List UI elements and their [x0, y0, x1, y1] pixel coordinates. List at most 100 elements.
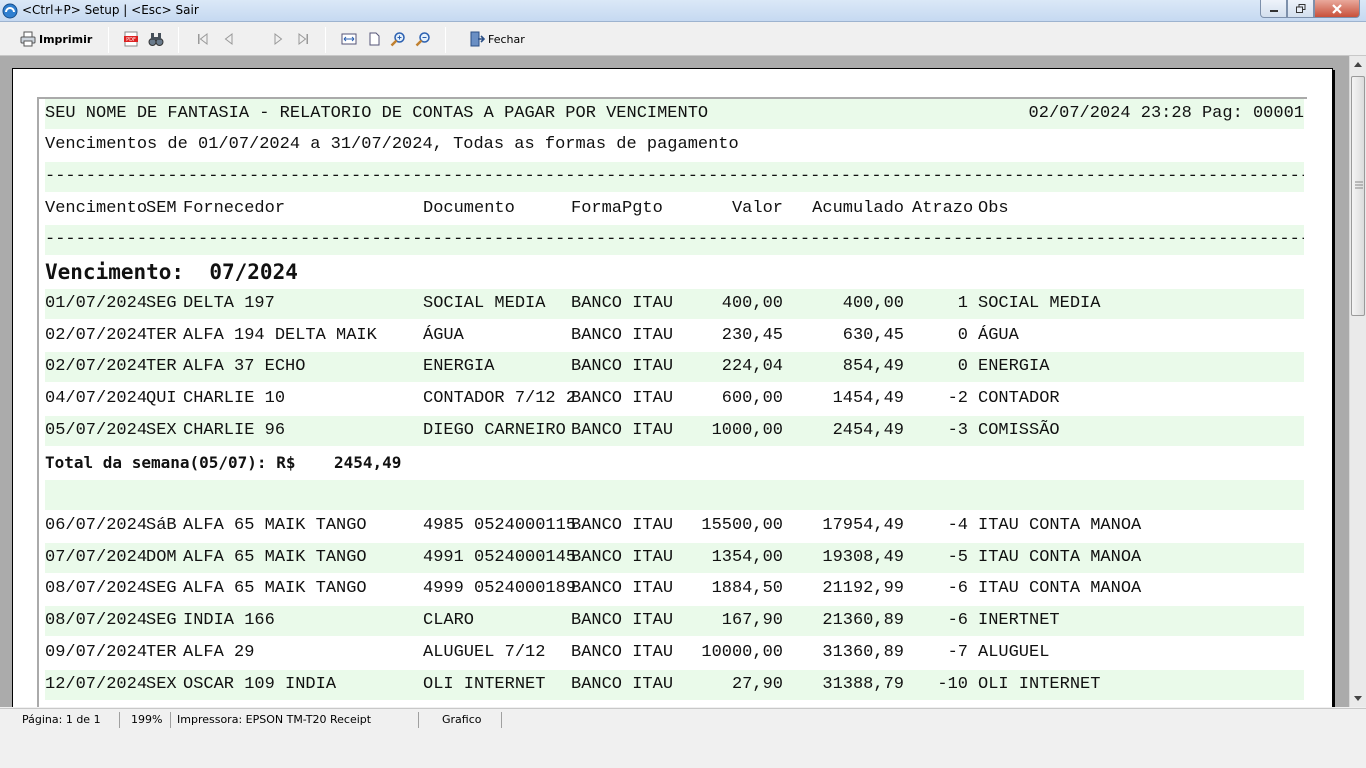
cell-notes: COMISSÃO	[978, 420, 1060, 440]
cell-document: ÁGUA	[423, 325, 464, 345]
close-preview-button[interactable]: Fechar	[469, 29, 525, 49]
print-button[interactable]: Imprimir	[20, 29, 92, 49]
cell-date: 08/07/2024	[45, 611, 148, 631]
vertical-scrollbar[interactable]	[1349, 56, 1366, 707]
first-page-button[interactable]	[195, 29, 211, 49]
cell-value: 400,00	[721, 294, 783, 313]
scroll-down-button[interactable]	[1350, 690, 1366, 707]
cell-value: 230,45	[721, 325, 783, 345]
cell-document: CLARO	[423, 611, 475, 631]
minimize-button[interactable]	[1260, 0, 1287, 18]
previous-page-button[interactable]	[221, 29, 237, 49]
cell-value: 10000,00	[701, 642, 783, 662]
col-obs: Obs	[978, 199, 1009, 218]
cell-date: 06/07/2024	[45, 516, 148, 535]
cell-supplier: ALFA 37 ECHO	[183, 357, 306, 377]
cell-date: 04/07/2024	[45, 389, 148, 409]
col-valor: Valor	[731, 199, 783, 218]
exit-door-icon	[470, 31, 485, 47]
maximize-button[interactable]	[1287, 0, 1314, 18]
last-page-button[interactable]	[295, 29, 311, 49]
table-row: 01/07/2024 SEG DELTA 197 SOCIAL MEDIA BANCO …	[45, 289, 1304, 319]
status-mode: Grafico	[424, 712, 502, 728]
cell-delay: -2	[947, 389, 968, 409]
cell-supplier: ALFA 65 MAIK TANGO	[183, 579, 367, 599]
col-fornecedor: Fornecedor	[183, 199, 286, 218]
cell-weekday: SáB	[146, 516, 177, 535]
column-header-row: Vencimento SEM Fornecedor Documento Form…	[45, 194, 1304, 224]
cell-delay: -5	[947, 547, 968, 567]
last-page-icon	[298, 32, 308, 46]
cell-weekday: DOM	[146, 547, 177, 567]
cell-accumulated: 19308,49	[822, 547, 904, 567]
table-row: 04/07/2024 QUI CHARLIE 10 CONTADOR 7/12 2 BA…	[45, 384, 1304, 414]
cell-document: 4999 0524000189	[423, 579, 577, 599]
separator-text: ----------------------------------------…	[45, 167, 1304, 186]
cell-date: 09/07/2024	[45, 642, 148, 662]
cell-payment-method: BANCO ITAU	[571, 325, 674, 345]
title-bar: <Ctrl+P> Setup | <Esc> Sair	[0, 0, 1366, 22]
group-title-line: Vencimento: 07/2024	[45, 257, 1304, 287]
cell-delay: -6	[947, 579, 968, 599]
cell-accumulated: 630,45	[842, 325, 904, 345]
toolbar: Imprimir PDF Fechar	[0, 22, 1366, 56]
table-row: 02/07/2024 TER ALFA 37 ECHO ENERGIA BANCO IT…	[45, 352, 1304, 383]
status-printer: Impressora: EPSON TM-T20 Receipt	[174, 712, 419, 728]
cell-accumulated: 21360,89	[822, 611, 904, 631]
cell-document: 4991 0524000145	[423, 547, 577, 567]
cell-weekday: SEG	[146, 579, 177, 599]
cell-payment-method: BANCO ITAU	[571, 357, 674, 377]
cell-supplier: OSCAR 109 INDIA	[183, 674, 337, 694]
cell-accumulated: 21192,99	[822, 579, 904, 599]
cell-value: 224,04	[721, 357, 783, 377]
report-header-title: SEU NOME DE FANTASIA - RELATORIO DE CONT…	[45, 104, 709, 123]
cell-accumulated: 400,00	[842, 294, 904, 313]
first-page-icon	[198, 32, 208, 46]
table-row: 06/07/2024 SáB ALFA 65 MAIK TANGO 4985 0524…	[45, 511, 1304, 541]
close-window-button[interactable]	[1314, 0, 1360, 18]
cell-document: ENERGIA	[423, 357, 495, 377]
cell-notes: OLI INTERNET	[978, 674, 1101, 694]
cell-notes: INERTNET	[978, 611, 1060, 631]
cell-supplier: ALFA 65 MAIK TANGO	[183, 516, 367, 535]
find-button[interactable]	[148, 29, 164, 49]
cell-value: 600,00	[721, 389, 783, 409]
table-row: 09/07/2024 TER ALFA 29 ALUGUEL 7/12 BANCO IT…	[45, 638, 1304, 668]
binoculars-icon	[148, 33, 164, 46]
table-row: 12/07/2024 SEX OSCAR 109 INDIA OLI INTERNET…	[45, 669, 1304, 700]
cell-delay: 1	[957, 294, 968, 313]
close-preview-label: Fechar	[488, 32, 525, 46]
cell-value: 1884,50	[711, 579, 783, 599]
zoom-out-button[interactable]	[415, 29, 431, 49]
cell-date: 05/07/2024	[45, 420, 148, 440]
col-sem: SEM	[146, 199, 177, 218]
cell-document: DIEGO CARNEIRO	[423, 420, 566, 440]
print-label: Imprimir	[39, 32, 93, 46]
cell-weekday: TER	[146, 325, 177, 345]
group-title: Vencimento: 07/2024	[45, 260, 298, 284]
cell-weekday: SEG	[146, 611, 177, 631]
report-body: SEU NOME DE FANTASIA - RELATORIO DE CONT…	[37, 97, 1307, 707]
week1-total-line: Total da semana(05/07): R$ 2454,49	[45, 448, 1304, 478]
preview-area[interactable]: SEU NOME DE FANTASIA - RELATORIO DE CONT…	[0, 56, 1349, 707]
col-documento: Documento	[423, 199, 515, 218]
cell-value: 27,90	[731, 674, 783, 694]
cell-supplier: CHARLIE 10	[183, 389, 286, 409]
cell-payment-method: BANCO ITAU	[571, 674, 674, 694]
next-page-button[interactable]	[270, 29, 286, 49]
zoom-in-button[interactable]	[390, 29, 406, 49]
cell-delay: -7	[947, 642, 968, 662]
scroll-up-button[interactable]	[1350, 56, 1366, 73]
window-bottom-area	[0, 728, 1366, 768]
cell-delay: -6	[947, 611, 968, 631]
whole-page-button[interactable]	[366, 29, 382, 49]
scroll-thumb[interactable]	[1351, 76, 1365, 316]
report-subtitle-text: Vencimentos de 01/07/2024 a 31/07/2024, …	[45, 135, 739, 154]
grip-icon	[1355, 181, 1363, 189]
week1-total: Total da semana(05/07): R$ 2454,49	[45, 453, 402, 472]
export-pdf-button[interactable]: PDF	[123, 29, 139, 49]
report-header-line: SEU NOME DE FANTASIA - RELATORIO DE CONT…	[45, 99, 1304, 129]
cell-weekday: QUI	[146, 389, 177, 409]
cell-weekday: SEX	[146, 420, 177, 440]
page-width-button[interactable]	[341, 29, 357, 49]
